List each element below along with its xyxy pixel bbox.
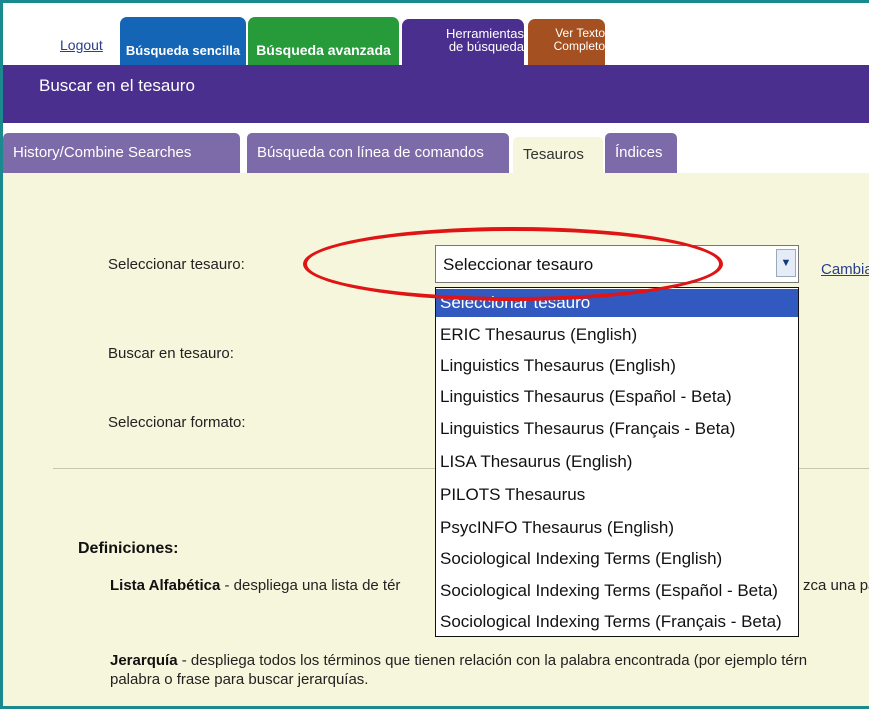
dropdown-option[interactable]: Sociological Indexing Terms (Français - …: [436, 608, 798, 636]
dropdown-option[interactable]: Sociological Indexing Terms (English): [436, 545, 798, 573]
tab-search-tools[interactable]: Herramientas de búsqueda: [402, 19, 524, 67]
dropdown-option[interactable]: Linguistics Thesaurus (Español - Beta): [436, 383, 798, 411]
definition-alphabetical-text: - despliega una lista de tér: [220, 577, 401, 594]
thesaurus-select[interactable]: Seleccionar tesauro ▼: [435, 245, 799, 283]
definition-alphabetical-term: Lista Alfabética: [110, 577, 221, 594]
change-link[interactable]: Cambiar: [821, 261, 869, 278]
header-bar: Buscar en el tesauro: [3, 65, 869, 123]
tab-search-tools-line1: Herramientas: [445, 25, 524, 41]
dropdown-option[interactable]: Sociological Indexing Terms (Español - B…: [436, 577, 798, 605]
definition-alphabetical: Lista Alfabética - despliega una lista d…: [110, 577, 400, 594]
logout-link[interactable]: Logout: [60, 37, 103, 53]
tab-basic-search-label: Búsqueda sencilla: [125, 43, 241, 58]
chevron-down-icon[interactable]: ▼: [776, 249, 796, 277]
search-thesaurus-label: Buscar en tesauro:: [108, 345, 234, 362]
definition-hierarchy: Jerarquía - despliega todos los términos…: [110, 652, 807, 669]
tab-advanced-search-label: Búsqueda avanzada: [256, 42, 391, 58]
tab-command-line[interactable]: Búsqueda con línea de comandos: [247, 133, 509, 173]
dropdown-option[interactable]: LISA Thesaurus (English): [436, 448, 798, 476]
dropdown-option[interactable]: Linguistics Thesaurus (Français - Beta): [436, 415, 798, 443]
dropdown-option[interactable]: PsycINFO Thesaurus (English): [436, 514, 798, 542]
select-thesaurus-label: Seleccionar tesauro:: [108, 256, 245, 273]
definition-hierarchy-term: Jerarquía: [110, 652, 178, 669]
definition-hierarchy-text2: palabra o frase para buscar jerarquías.: [110, 671, 369, 688]
tab-indexes[interactable]: Índices: [605, 133, 677, 173]
tab-thesaurus[interactable]: Tesauros: [513, 137, 603, 173]
select-format-label: Seleccionar formato:: [108, 414, 246, 431]
app-frame: Logout Búsqueda sencilla Búsqueda avanza…: [0, 0, 869, 709]
tab-full-text[interactable]: Ver Texto Completo: [528, 19, 605, 67]
tab-basic-search[interactable]: Búsqueda sencilla: [120, 17, 246, 65]
page-title: Buscar en el tesauro: [39, 76, 195, 95]
thesaurus-dropdown-list[interactable]: Seleccionar tesauro ERIC Thesaurus (Engl…: [435, 287, 799, 637]
dropdown-option[interactable]: ERIC Thesaurus (English): [436, 321, 798, 349]
tab-full-text-line2: Completo: [553, 38, 605, 53]
definition-hierarchy-text: - despliega todos los términos que tiene…: [177, 652, 808, 669]
tab-advanced-search[interactable]: Búsqueda avanzada: [248, 17, 399, 65]
tab-full-text-line1: Ver Texto: [555, 25, 605, 40]
thesaurus-select-value: Seleccionar tesauro: [443, 255, 594, 274]
tab-history-combine[interactable]: History/Combine Searches: [3, 133, 240, 173]
definitions-title: Definiciones:: [78, 540, 179, 557]
dropdown-option[interactable]: PILOTS Thesaurus: [436, 481, 798, 509]
tab-search-tools-line2: de búsqueda: [448, 38, 524, 54]
sub-tabs: History/Combine Searches Búsqueda con lí…: [3, 123, 869, 173]
dropdown-option[interactable]: Seleccionar tesauro: [436, 289, 798, 317]
definition-alphabetical-tail: zca una pal: [803, 577, 869, 594]
top-nav: Logout Búsqueda sencilla Búsqueda avanza…: [3, 3, 869, 67]
dropdown-option[interactable]: Linguistics Thesaurus (English): [436, 352, 798, 380]
